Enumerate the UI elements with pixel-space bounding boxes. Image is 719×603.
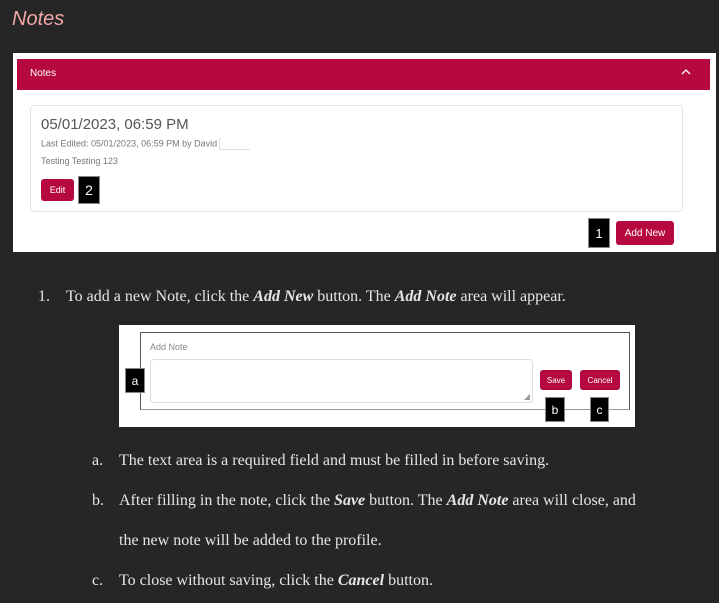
chevron-up-icon[interactable]: [680, 65, 692, 83]
notes-bar-title: Notes: [30, 68, 57, 79]
notes-panel-screenshot: Notes 05/01/2023, 06:59 PM Last Edited: …: [13, 53, 716, 252]
edit-button[interactable]: Edit: [41, 179, 74, 201]
cancel-button[interactable]: Cancel: [580, 370, 620, 390]
add-note-label: Add Note: [150, 342, 188, 352]
callout-marker-2: 2: [78, 176, 100, 204]
substep-b: b. After filling in the note, click the S…: [92, 492, 636, 509]
callout-marker-b: b: [545, 397, 565, 422]
note-text: Testing Testing 123: [41, 156, 118, 166]
callout-marker-a: a: [125, 368, 145, 393]
step-1: 1. To add a new Note, click the Add New b…: [38, 288, 566, 305]
page-heading: Notes: [12, 8, 65, 30]
substep-c: c. To close without saving, click the Can…: [92, 572, 433, 589]
note-last-edited: Last Edited: 05/01/2023, 06:59 PM by Dav…: [41, 138, 251, 150]
note-card: 05/01/2023, 06:59 PM Last Edited: 05/01/…: [30, 105, 683, 212]
note-textarea[interactable]: ◢: [150, 359, 533, 403]
save-button[interactable]: Save: [540, 370, 572, 390]
callout-marker-c: c: [590, 397, 609, 422]
callout-marker-1: 1: [588, 218, 610, 248]
substep-a: a. The text area is a required field and …: [92, 452, 550, 469]
resize-grip-icon[interactable]: ◢: [524, 392, 530, 401]
notes-header-bar[interactable]: Notes: [17, 59, 710, 90]
add-new-button[interactable]: Add New: [616, 221, 674, 245]
substep-b-continuation: the new note will be added to the profil…: [119, 532, 382, 549]
note-datetime: 05/01/2023, 06:59 PM: [41, 116, 189, 133]
add-note-screenshot: Add Note ◢ Save Cancel a b c: [119, 325, 635, 427]
